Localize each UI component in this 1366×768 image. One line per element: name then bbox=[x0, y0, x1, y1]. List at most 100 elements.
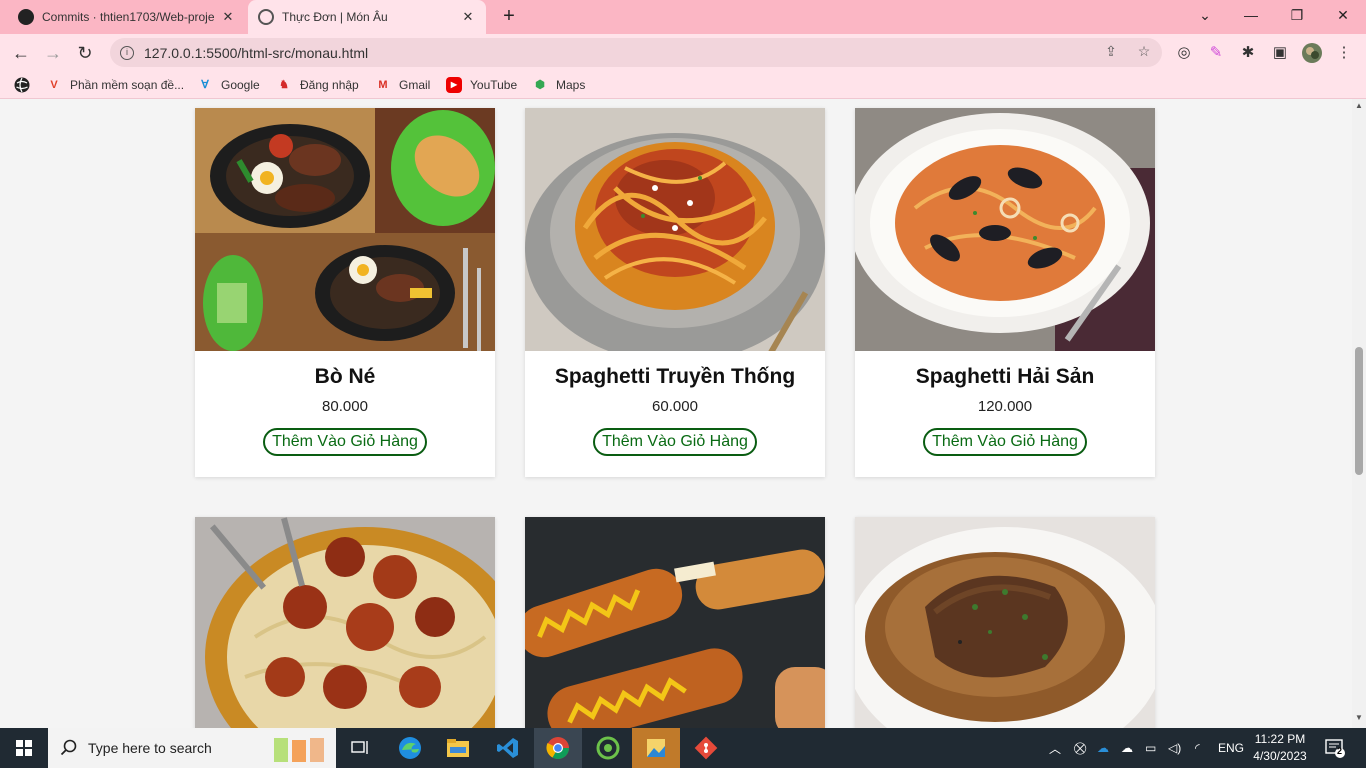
windows-taskbar: Type here to search ︿ ⛒ ☁ ☁ ▭ ◁) ◜ ENG 1… bbox=[0, 728, 1366, 768]
bookmark-star-icon[interactable]: ☆ bbox=[1134, 43, 1154, 63]
scroll-thumb[interactable] bbox=[1355, 347, 1363, 475]
photos-app-icon[interactable] bbox=[632, 728, 680, 768]
menu-card-spaghetti-hai-san: Spaghetti Hải Sản 120.000 Thêm Vào Giỏ H… bbox=[855, 108, 1155, 477]
youtube-icon: ▶ bbox=[446, 77, 462, 93]
bookmark-label: Gmail bbox=[399, 78, 431, 92]
dish-photo bbox=[525, 108, 825, 351]
share-icon[interactable]: ⇪ bbox=[1101, 43, 1121, 63]
back-button[interactable]: ← bbox=[8, 40, 34, 66]
search-icon bbox=[60, 739, 77, 756]
onedrive-icon[interactable]: ☁ bbox=[1097, 728, 1109, 768]
bookmark-label: Phần mềm soạn đề... bbox=[70, 78, 185, 92]
gmail-icon: M bbox=[378, 79, 388, 91]
windows-logo-icon bbox=[16, 740, 32, 756]
notification-icon bbox=[1325, 739, 1345, 758]
color-picker-icon[interactable]: ✎ bbox=[1206, 43, 1226, 63]
dish-price: 120.000 bbox=[977, 398, 1033, 415]
coccoc-icon[interactable] bbox=[584, 728, 632, 768]
menu-card-steak bbox=[855, 517, 1155, 728]
page-scrollbar[interactable]: ▲ ▼ bbox=[1352, 99, 1366, 728]
meet-now-icon[interactable]: ⛒ bbox=[1074, 728, 1086, 768]
dish-name: Spaghetti Hải Sản bbox=[915, 365, 1095, 388]
notifications-button[interactable]: 2 bbox=[1324, 728, 1348, 768]
page-viewport: Bò Né 80.000 Thêm Vào Giỏ Hàng Spaghetti… bbox=[0, 99, 1352, 728]
language-indicator[interactable]: ENG bbox=[1218, 728, 1244, 768]
tab-menu[interactable]: Thực Đơn | Món Âu ✕ bbox=[248, 0, 486, 34]
dish-price: 80.000 bbox=[322, 398, 368, 415]
login-site-icon: ♞ bbox=[279, 79, 289, 91]
scroll-up-arrow[interactable]: ▲ bbox=[1352, 101, 1366, 110]
battery-icon[interactable]: ▭ bbox=[1145, 728, 1156, 768]
side-panel-icon[interactable]: ▣ bbox=[1270, 43, 1290, 63]
dish-price: 60.000 bbox=[652, 398, 698, 415]
apps-icon[interactable] bbox=[14, 76, 30, 94]
wifi-icon[interactable]: ◜ bbox=[1195, 728, 1200, 768]
tab-strip: Commits · thtien1703/Web-proje ✕ Thực Đơ… bbox=[0, 0, 1366, 34]
dish-photo bbox=[525, 517, 825, 728]
more-menu-icon[interactable]: ⋮ bbox=[1334, 43, 1354, 63]
bookmark-label: YouTube bbox=[470, 78, 518, 92]
menu-card-corn-dog bbox=[525, 517, 825, 728]
vscode-icon[interactable] bbox=[484, 728, 532, 768]
dish-photo bbox=[195, 517, 495, 728]
tab-title: Thực Đơn | Món Âu bbox=[282, 10, 388, 24]
edge-icon[interactable] bbox=[386, 728, 434, 768]
bookmark-gmail[interactable]: M Gmail bbox=[375, 76, 430, 94]
browser-toolbar: ← → ↻ i 127.0.0.1:5500/html-src/monau.ht… bbox=[0, 34, 1366, 71]
bookmark-youtube[interactable]: ▶ YouTube bbox=[446, 76, 517, 94]
card-body: Spaghetti Hải Sản 120.000 Thêm Vào Giỏ H… bbox=[855, 351, 1155, 477]
file-explorer-icon[interactable] bbox=[434, 728, 482, 768]
scroll-down-arrow[interactable]: ▼ bbox=[1352, 713, 1366, 722]
dish-photo bbox=[855, 108, 1155, 351]
tab-title: Commits · thtien1703/Web-proje bbox=[42, 10, 215, 24]
window-close-button[interactable]: ✕ bbox=[1320, 0, 1366, 30]
chrome-icon[interactable] bbox=[534, 728, 582, 768]
bookmark-label: Maps bbox=[556, 78, 586, 92]
cloud-icon[interactable]: ☁ bbox=[1121, 728, 1133, 768]
volume-icon[interactable]: ◁) bbox=[1168, 728, 1181, 768]
add-to-cart-button[interactable]: Thêm Vào Giỏ Hàng bbox=[593, 428, 757, 456]
bookmarks-bar: V Phần mềm soạn đề... Ɐ Google ♞ Đăng nh… bbox=[0, 71, 1366, 99]
compass-icon[interactable]: ◎ bbox=[1174, 43, 1194, 63]
dish-name: Spaghetti Truyền Thống bbox=[554, 365, 796, 388]
bookmark-google[interactable]: Ɐ Google bbox=[197, 76, 260, 94]
v-logo-icon: V bbox=[50, 79, 58, 91]
dish-name: Bò Né bbox=[314, 365, 376, 388]
add-to-cart-button[interactable]: Thêm Vào Giỏ Hàng bbox=[923, 428, 1087, 456]
globe-icon bbox=[258, 9, 274, 25]
bookmark-phan-mem[interactable]: V Phần mềm soạn đề... bbox=[46, 76, 184, 94]
dish-photo bbox=[855, 517, 1155, 728]
card-body: Spaghetti Truyền Thống 60.000 Thêm Vào G… bbox=[525, 351, 825, 477]
github-icon bbox=[18, 9, 34, 25]
extensions-icon[interactable]: ✱ bbox=[1238, 43, 1258, 63]
close-icon[interactable]: ✕ bbox=[460, 9, 476, 25]
taskbar-search[interactable]: Type here to search bbox=[48, 728, 336, 768]
restore-button[interactable]: ❐ bbox=[1274, 0, 1320, 30]
reload-button[interactable]: ↻ bbox=[72, 40, 98, 66]
forward-button[interactable]: → bbox=[40, 40, 66, 66]
add-to-cart-button[interactable]: Thêm Vào Giỏ Hàng bbox=[263, 428, 427, 456]
dish-photo bbox=[195, 108, 495, 351]
card-body: Bò Né 80.000 Thêm Vào Giỏ Hàng bbox=[195, 351, 495, 477]
new-tab-button[interactable]: + bbox=[498, 6, 520, 28]
address-bar[interactable]: i 127.0.0.1:5500/html-src/monau.html bbox=[110, 38, 1162, 67]
task-view-icon[interactable] bbox=[336, 728, 384, 768]
tray-expand-icon[interactable]: ︿ bbox=[1049, 728, 1061, 768]
info-icon[interactable]: i bbox=[120, 45, 134, 60]
bookmark-dang-nhap[interactable]: ♞ Đăng nhập bbox=[276, 76, 359, 94]
close-icon[interactable]: ✕ bbox=[220, 9, 236, 25]
url-text: 127.0.0.1:5500/html-src/monau.html bbox=[144, 44, 369, 61]
system-clock[interactable]: 11:22 PM 4/30/2023 bbox=[1245, 731, 1315, 765]
tab-search-icon[interactable]: ⌄ bbox=[1182, 0, 1228, 30]
bookmark-maps[interactable]: ⬢ Maps bbox=[532, 76, 585, 94]
avatar[interactable] bbox=[1302, 43, 1322, 63]
start-button[interactable] bbox=[0, 728, 48, 768]
minimize-button[interactable]: — bbox=[1228, 0, 1274, 30]
menu-card-spaghetti-truyen-thong: Spaghetti Truyền Thống 60.000 Thêm Vào G… bbox=[525, 108, 825, 477]
git-icon[interactable] bbox=[682, 728, 730, 768]
google-icon: Ɐ bbox=[201, 79, 209, 91]
tab-commits[interactable]: Commits · thtien1703/Web-proje ✕ bbox=[8, 0, 246, 34]
bookmark-label: Google bbox=[221, 78, 260, 92]
clock-time: 11:22 PM bbox=[1254, 732, 1306, 746]
bookmark-label: Đăng nhập bbox=[300, 78, 359, 92]
